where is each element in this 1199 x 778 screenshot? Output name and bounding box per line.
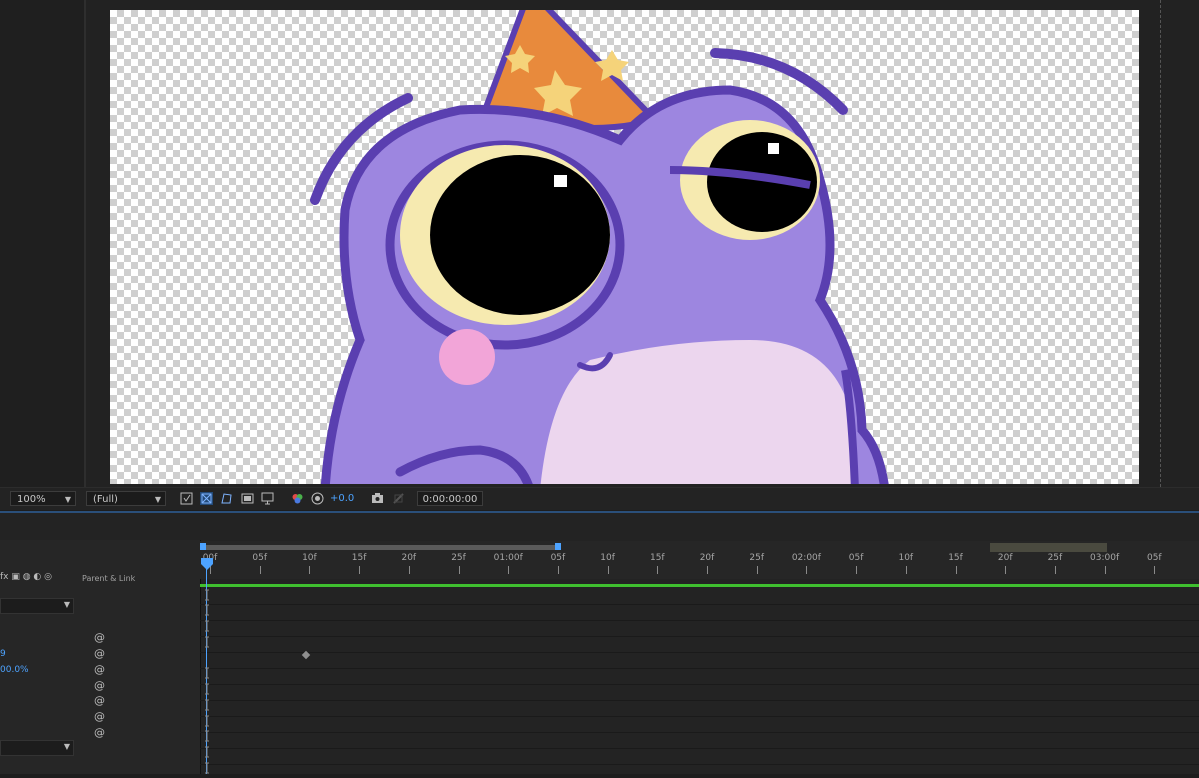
ruler-label: 20f [699, 553, 715, 563]
pick-whip-icon[interactable]: @ [94, 631, 105, 644]
region-of-interest-icon[interactable] [241, 492, 254, 505]
ruler-tick [607, 566, 609, 574]
ruler-label: 05f [1146, 553, 1162, 563]
chevron-down-icon: ▼ [63, 600, 70, 609]
track-row[interactable] [200, 749, 1199, 765]
guide-line [1160, 0, 1164, 487]
ruler-label: 05f [252, 553, 267, 563]
ruler-label: 05f [848, 553, 864, 563]
ruler-tick [806, 566, 808, 574]
ruler-label: 20f [997, 553, 1013, 563]
ruler-label: 25f [1047, 553, 1063, 563]
ruler-label: 25f [749, 553, 764, 563]
ruler-tick [557, 566, 559, 574]
pick-whip-icon[interactable]: @ [94, 726, 105, 739]
ruler-label: 01:00f [493, 553, 523, 563]
ruler-tick [905, 566, 907, 574]
chevron-down-icon: ▼ [63, 742, 70, 751]
layer-switches-panel: fx ▣ ◍ ◐ ◎ Parent & Link ▼ @ @ @ @ @ @ @… [0, 540, 201, 774]
pick-whip-icon[interactable]: @ [94, 679, 105, 692]
ruler-tick [756, 566, 758, 574]
ruler-tick [309, 566, 311, 574]
track-matte-dropdown[interactable]: ▼ [0, 740, 74, 756]
ruler-label: 25f [451, 553, 466, 563]
cache-indicator [990, 543, 1107, 552]
ruler-label: 10f [898, 553, 914, 563]
layer-in-point-markers [204, 588, 210, 774]
composition-canvas[interactable] [110, 10, 1139, 484]
mask-visibility-icon[interactable] [220, 492, 233, 505]
chevron-down-icon: ▼ [64, 495, 71, 504]
ruler-tick [458, 566, 460, 574]
track-row[interactable] [200, 717, 1199, 733]
exposure-value[interactable]: +0.0 [330, 493, 354, 504]
ruler-tick [955, 566, 957, 574]
ruler-label: 15f [948, 553, 963, 563]
camera-icon[interactable] [371, 492, 384, 505]
pick-whip-icon[interactable]: @ [94, 694, 105, 707]
timecode-value: 0:00:00:00 [422, 494, 478, 505]
show-snapshot-icon[interactable] [392, 492, 405, 505]
pick-whip-icon[interactable]: @ [94, 647, 105, 660]
ruler-tick [508, 566, 510, 574]
work-area-end-handle[interactable] [555, 543, 561, 550]
ruler-tick [359, 566, 361, 574]
ruler-label: 20f [401, 553, 417, 563]
reset-exposure-icon[interactable] [311, 492, 324, 505]
track-row[interactable] [200, 701, 1199, 717]
track-row[interactable] [200, 637, 1199, 653]
track-row[interactable] [200, 589, 1199, 605]
track-row[interactable] [200, 621, 1199, 637]
transparency-grid-icon[interactable] [200, 492, 213, 505]
property-value[interactable]: 00.0% [0, 665, 29, 675]
left-panel [0, 0, 85, 487]
ruler-label: 02:00f [791, 553, 821, 563]
track-row[interactable] [200, 653, 1199, 669]
ruler-label: 10f [600, 553, 615, 563]
playhead-handle[interactable] [201, 555, 213, 570]
ruler-label: 15f [351, 553, 367, 563]
property-value[interactable]: 9 [0, 649, 6, 659]
resolution-value: (Full) [93, 494, 118, 505]
work-area-bar[interactable] [203, 545, 558, 550]
ruler-label: 15f [649, 553, 665, 563]
fast-preview-icon[interactable] [180, 492, 193, 505]
pick-whip-icon[interactable]: @ [94, 710, 105, 723]
chevron-down-icon: ▼ [154, 495, 161, 504]
ruler-tick [259, 566, 261, 574]
ruler-tick [1154, 566, 1156, 574]
zoom-dropdown[interactable]: 100% ▼ [10, 491, 76, 506]
work-area-start-handle[interactable] [200, 543, 206, 550]
ruler-tick [707, 566, 708, 574]
track-row[interactable] [200, 605, 1199, 621]
ruler-tick [1054, 566, 1056, 574]
viewer-toolbar: 100% ▼ (Full) ▼ +0.0 0:00:00:00 [0, 487, 1199, 510]
panel-divider[interactable] [84, 0, 86, 487]
ruler-label: 03:00f [1090, 553, 1120, 563]
ruler-tick [856, 566, 858, 574]
ruler-tick [657, 566, 659, 574]
track-row[interactable] [200, 685, 1199, 701]
layer-duration-bar[interactable] [200, 584, 1199, 587]
layer-switch-icons: fx ▣ ◍ ◐ ◎ [0, 572, 53, 582]
current-time-display[interactable]: 0:00:00:00 [417, 491, 483, 506]
track-row[interactable] [200, 733, 1199, 749]
track-row[interactable] [200, 669, 1199, 685]
show-channel-icon[interactable] [291, 492, 304, 505]
zoom-value: 100% [17, 494, 46, 505]
ruler-tick [408, 566, 410, 574]
ruler-tick [1104, 566, 1106, 574]
parent-link-header: Parent & Link [82, 574, 136, 583]
frog-artwork [310, 10, 889, 484]
pick-whip-icon[interactable]: @ [94, 663, 105, 676]
ruler-label: 05f [550, 553, 566, 563]
toggle-guides-icon[interactable] [261, 492, 274, 505]
blend-mode-dropdown[interactable]: ▼ [0, 598, 74, 614]
ruler-label: 10f [302, 553, 317, 563]
ruler-tick [1005, 566, 1007, 574]
resolution-dropdown[interactable]: (Full) ▼ [86, 491, 166, 506]
right-panel [1139, 0, 1199, 487]
